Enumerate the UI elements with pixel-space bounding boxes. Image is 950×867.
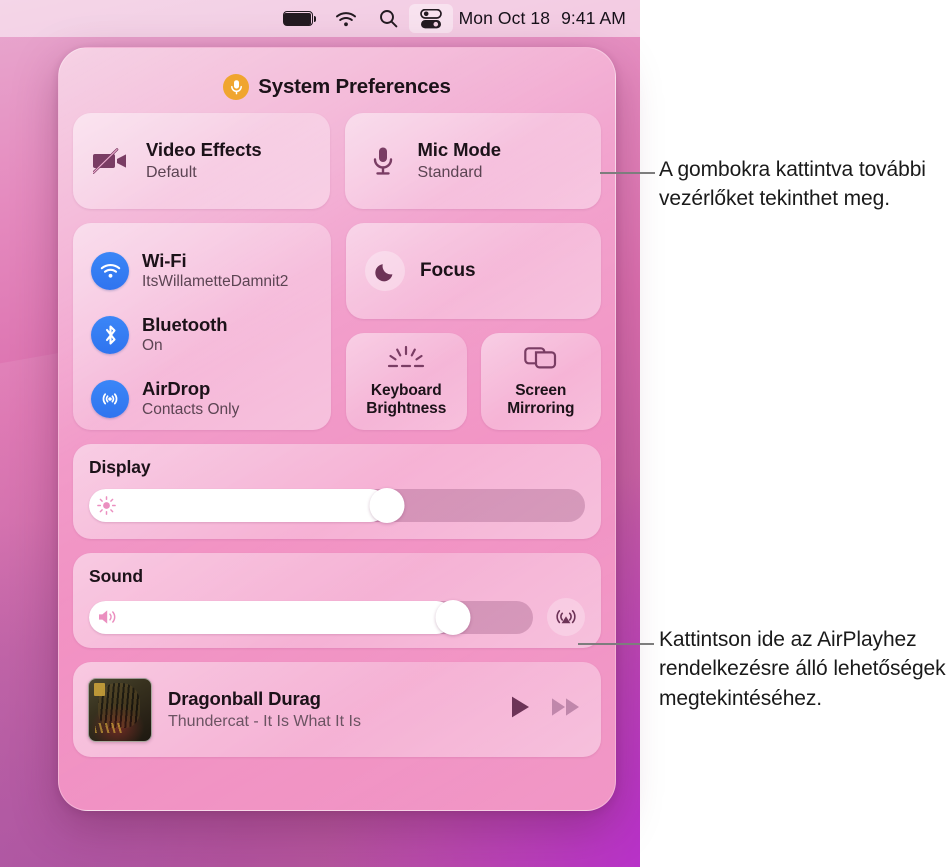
screen-mirroring-button[interactable]: Screen Mirroring <box>480 333 601 430</box>
sound-slider-knob[interactable] <box>435 599 471 635</box>
moon-icon <box>365 251 405 291</box>
play-button[interactable] <box>509 695 531 724</box>
video-effects-button[interactable]: Video Effects Default <box>73 113 330 209</box>
wifi-icon <box>335 11 356 26</box>
keyboard-brightness-line1: Keyboard <box>370 382 442 400</box>
now-playing-meta: Dragonball Durag Thundercat - It Is What… <box>168 688 493 731</box>
track-artist-album: Thundercat - It Is What It Is <box>168 713 361 730</box>
display-slider-fill <box>89 489 387 522</box>
wifi-text: Wi-Fi ItsWillametteDamnit2 <box>142 250 288 292</box>
screen-mirroring-label: Screen Mirroring <box>507 382 574 417</box>
screen-mirroring-line1: Screen <box>515 382 567 400</box>
callout-buttons: A gombokra kattintva további vezérlőket … <box>659 155 949 214</box>
brightness-icon <box>97 496 116 515</box>
focus-label: Focus <box>420 260 476 281</box>
mic-mode-title: Mic Mode <box>417 138 502 160</box>
keyboard-brightness-icon <box>384 343 428 377</box>
airplay-audio-button[interactable] <box>547 598 585 636</box>
display-slider-wrap <box>89 488 585 523</box>
mic-mode-text: Mic Mode Standard <box>417 138 502 184</box>
sound-slider-wrap <box>89 598 585 636</box>
tools-row: Keyboard Brightness Screen Mirroring <box>346 333 601 430</box>
focus-button[interactable]: Focus <box>346 223 601 319</box>
airdrop-title: AirDrop <box>142 378 211 400</box>
callout-leader-buttons <box>600 172 655 174</box>
video-effects-title: Video Effects <box>146 138 262 160</box>
microphone-icon <box>364 146 402 176</box>
airdrop-row[interactable]: AirDrop Contacts Only <box>73 367 331 431</box>
keyboard-brightness-label: Keyboard Brightness <box>366 382 446 417</box>
airplay-audio-icon <box>556 610 576 624</box>
control-center-icon <box>419 8 442 28</box>
mic-mode-subtitle: Standard <box>417 163 483 181</box>
menu-bar: Mon Oct 18 9:41 AM <box>0 0 640 37</box>
menu-bar-spotlight[interactable] <box>368 4 409 33</box>
track-title: Dragonball Durag <box>168 688 321 709</box>
sound-slider-fill <box>89 600 454 634</box>
bluetooth-subtitle: On <box>142 337 163 355</box>
airdrop-icon <box>91 380 129 418</box>
sound-label: Sound <box>89 566 143 586</box>
control-center-panel: System Preferences Video Effects Default <box>58 47 616 811</box>
speaker-icon <box>99 610 116 624</box>
screenshot-root: Mon Oct 18 9:41 AM System Preferences Vi… <box>0 0 950 867</box>
sound-section: Sound <box>73 553 601 648</box>
page-title: System Preferences <box>258 75 451 98</box>
playback-controls <box>509 695 583 724</box>
menu-bar-control-center[interactable] <box>408 4 453 33</box>
video-camera-off-icon <box>92 148 130 174</box>
video-effects-text: Video Effects Default <box>146 139 262 184</box>
keyboard-brightness-line2: Brightness <box>366 400 447 417</box>
connectivity-tile: Wi-Fi ItsWillametteDamnit2 Bluetooth On <box>73 223 331 430</box>
focus-and-tools-column: Focus Keyboard Brightness Screen Mirrori… <box>346 223 601 430</box>
screen-mirroring-icon <box>523 343 558 377</box>
battery-icon <box>282 11 317 26</box>
display-slider-knob[interactable] <box>369 488 405 523</box>
airdrop-subtitle: Contacts Only <box>142 401 240 419</box>
menu-bar-battery[interactable] <box>272 4 324 33</box>
sound-volume-slider[interactable] <box>89 599 533 635</box>
bluetooth-row[interactable]: Bluetooth On <box>73 303 331 367</box>
connectivity-row: Wi-Fi ItsWillametteDamnit2 Bluetooth On <box>73 223 601 430</box>
menu-bar-date: Mon Oct 18 <box>458 8 551 28</box>
screen-mirroring-line2: Mirroring <box>507 400 575 417</box>
search-icon <box>379 10 397 28</box>
fast-forward-icon <box>552 698 579 716</box>
callout-airplay: Kattintson ide az AirPlayhez rendelkezés… <box>659 625 949 713</box>
mic-mode-button[interactable]: Mic Mode Standard <box>344 113 601 209</box>
menu-bar-wifi[interactable] <box>324 4 368 33</box>
callout-buttons-text: A gombokra kattintva további vezérlőket … <box>659 158 926 211</box>
now-playing-section[interactable]: Dragonball Durag Thundercat - It Is What… <box>73 662 601 757</box>
wifi-row[interactable]: Wi-Fi ItsWillametteDamnit2 <box>73 239 331 303</box>
keyboard-brightness-button[interactable]: Keyboard Brightness <box>346 333 467 430</box>
menu-bar-clock[interactable]: Mon Oct 18 9:41 AM <box>453 8 630 29</box>
play-icon <box>512 696 529 718</box>
video-effects-subtitle: Default <box>146 163 197 181</box>
bluetooth-text: Bluetooth On <box>142 314 228 356</box>
wifi-title: Wi-Fi <box>142 250 187 272</box>
callout-leader-airplay <box>578 643 654 645</box>
effects-row: Video Effects Default Mic Mode Standard <box>73 113 601 209</box>
wifi-icon <box>91 252 129 290</box>
bluetooth-icon <box>91 316 129 354</box>
display-section: Display <box>73 444 601 539</box>
microphone-badge-icon <box>223 74 250 100</box>
wifi-subtitle: ItsWillametteDamnit2 <box>142 273 289 291</box>
control-center-header: System Preferences <box>73 62 601 112</box>
menu-bar-time: 9:41 AM <box>561 8 626 28</box>
airdrop-text: AirDrop Contacts Only <box>142 378 239 420</box>
fast-forward-button[interactable] <box>551 696 581 723</box>
bluetooth-title: Bluetooth <box>142 314 228 336</box>
album-artwork <box>88 677 152 742</box>
callout-airplay-text: Kattintson ide az AirPlayhez rendelkezés… <box>659 628 946 710</box>
display-brightness-slider[interactable] <box>89 488 585 523</box>
display-label: Display <box>89 457 151 477</box>
